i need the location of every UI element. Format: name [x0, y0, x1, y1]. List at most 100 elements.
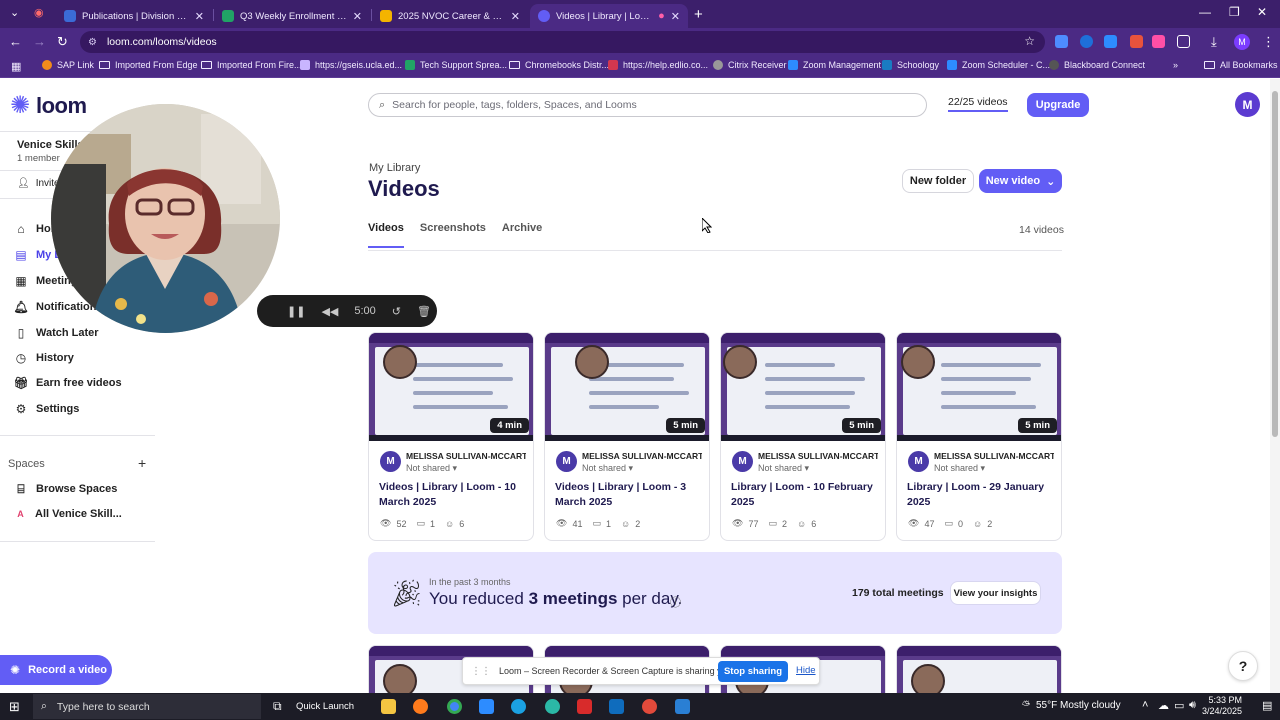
forward-button[interactable]: → — [33, 34, 46, 49]
tab-videos[interactable]: Videos — [368, 222, 404, 248]
volume-icon[interactable]: 🔊︎ — [1189, 699, 1196, 712]
tab-search-icon[interactable]: ⌄ — [10, 6, 19, 19]
breadcrumb[interactable]: My Library — [369, 162, 420, 174]
bookmarks-overflow-icon[interactable]: » — [1173, 60, 1178, 70]
search-input[interactable] — [392, 99, 893, 111]
stop-sharing-button[interactable]: Stop sharing — [718, 661, 788, 682]
tab-enrollment[interactable]: Q3 Weekly Enrollment and Per ✕ — [214, 4, 370, 28]
video-title[interactable]: Videos | Library | Loom - 10 March 2025 — [379, 480, 527, 509]
search-bar[interactable]: ⌕ — [368, 93, 927, 117]
bookmark-zoom-mgmt[interactable]: Zoom Management — [788, 60, 881, 70]
close-icon[interactable]: ✕ — [195, 10, 204, 23]
bookmark-chromebooks[interactable]: Chromebooks Distr... — [509, 60, 609, 70]
help-button[interactable]: ? — [1228, 651, 1258, 681]
tab-loom-active[interactable]: Videos | Library | Loom ● ✕ — [530, 4, 688, 28]
bookmark-firefox[interactable]: Imported From Fire... — [201, 60, 302, 70]
site-info-icon[interactable]: ⚙ — [88, 37, 97, 48]
extension-cloud-icon[interactable] — [1080, 35, 1093, 48]
acrobat-icon[interactable] — [577, 699, 592, 714]
video-thumbnail[interactable]: 5 min — [897, 333, 1061, 441]
tab-nvoc[interactable]: 2025 NVOC Career & Resource ✕ — [372, 4, 528, 28]
invite-button[interactable]: 👤︎ Invite — [17, 178, 60, 189]
sidebar-item-history[interactable]: ◷ History — [14, 351, 74, 365]
video-title[interactable]: Library | Loom - 29 January 2025 — [907, 480, 1055, 509]
extension-star-icon[interactable] — [1152, 35, 1165, 48]
extension-zoom-icon[interactable] — [1104, 35, 1117, 48]
trash-icon[interactable]: 🗑︎ — [417, 305, 431, 318]
bookmark-citrix[interactable]: Citrix Receiver — [713, 60, 787, 70]
notifications-icon[interactable]: ▤ — [1262, 699, 1272, 712]
bookmark-edge[interactable]: Imported From Edge — [99, 60, 198, 70]
extension-doc-icon[interactable] — [1055, 35, 1068, 48]
record-video-button[interactable]: ✺ Record a video — [0, 655, 112, 685]
calculator-icon[interactable] — [675, 699, 690, 714]
browser-profile-avatar[interactable]: M — [1234, 34, 1250, 50]
address-bar[interactable]: ⚙ loom.com/looms/videos ☆ — [80, 31, 1045, 53]
upgrade-button[interactable]: Upgrade — [1027, 93, 1089, 117]
tray-chevron-icon[interactable]: ˄ — [1142, 699, 1148, 711]
user-avatar[interactable]: M — [1235, 92, 1260, 117]
menu-dots-icon[interactable]: ⋮ — [1262, 34, 1275, 50]
app-x-icon[interactable] — [642, 699, 657, 714]
bookmark-zoom-scheduler[interactable]: Zoom Scheduler - C... — [947, 60, 1050, 70]
video-thumbnail[interactable]: 5 min — [721, 333, 885, 441]
reload-button[interactable]: ↻ — [57, 34, 68, 50]
app-globe-icon[interactable] — [545, 699, 560, 714]
close-icon[interactable]: ✕ — [671, 10, 680, 23]
new-tab-button[interactable]: + — [694, 6, 703, 23]
minimize-button[interactable]: — — [1199, 5, 1211, 19]
restart-icon[interactable]: ↺ — [392, 305, 401, 318]
tab-screenshots[interactable]: Screenshots — [420, 222, 486, 248]
chrome-icon[interactable] — [447, 699, 462, 714]
share-status[interactable]: Not shared ▾ — [582, 463, 633, 474]
new-folder-button[interactable]: New folder — [902, 169, 974, 193]
share-status[interactable]: Not shared ▾ — [406, 463, 457, 474]
video-card[interactable]: 5 min M MELISSA SULLIVAN-MCCART Not shar… — [896, 332, 1062, 541]
loom-logo[interactable]: ✺ loom — [10, 93, 87, 119]
tab-group-icon[interactable]: ◉ — [34, 6, 44, 19]
onedrive-icon[interactable]: ☁ — [1158, 699, 1169, 712]
rewind-icon[interactable]: ◀◀ — [321, 305, 338, 318]
sidebar-item-watch-later[interactable]: ▯ Watch Later — [14, 326, 99, 340]
taskbar-search[interactable]: ⌕ Type here to search — [33, 694, 261, 719]
page-scrollbar[interactable] — [1270, 79, 1280, 693]
all-bookmarks[interactable]: All Bookmarks — [1204, 60, 1278, 70]
video-thumbnail[interactable]: 4 min — [369, 333, 533, 441]
share-status[interactable]: Not shared ▾ — [758, 463, 809, 474]
taskbar-clock[interactable]: 5:33 PM 3/24/2025 — [1202, 695, 1242, 717]
bookmark-edlio[interactable]: https://help.edlio.co... — [608, 60, 708, 70]
maximize-button[interactable]: ❐ — [1229, 5, 1240, 19]
camera-bubble[interactable] — [51, 104, 280, 333]
quick-launch[interactable]: Quick Launch — [296, 701, 354, 712]
tab-publications[interactable]: Publications | Division of Adult ✕ — [56, 4, 212, 28]
hide-banner-link[interactable]: Hide — [796, 665, 816, 676]
video-card[interactable] — [896, 645, 1062, 693]
edge-icon[interactable] — [511, 699, 526, 714]
video-quota[interactable]: 22/25 videos — [948, 96, 1008, 112]
weather-widget[interactable]: ⛅︎ 55°F Mostly cloudy — [1022, 700, 1121, 711]
sidebar-item-earn-free-videos[interactable]: 🎁︎ Earn free videos — [13, 376, 121, 390]
share-status[interactable]: Not shared ▾ — [934, 463, 985, 474]
video-thumbnail[interactable]: 5 min — [545, 333, 709, 441]
video-card[interactable]: 5 min M MELISSA SULLIVAN-MCCART Not shar… — [720, 332, 886, 541]
task-view-icon[interactable]: ⧉ — [273, 699, 282, 714]
network-icon[interactable]: ▭ — [1174, 699, 1184, 712]
close-window-button[interactable]: ✕ — [1257, 5, 1267, 19]
video-title[interactable]: Library | Loom - 10 February 2025 — [731, 480, 879, 509]
scrollbar-thumb[interactable] — [1272, 91, 1278, 437]
bookmark-schoology[interactable]: Schoology — [882, 60, 939, 70]
download-icon[interactable]: ⤓ — [1211, 34, 1217, 50]
firefox-icon[interactable] — [413, 699, 428, 714]
sidebar-item-venice-space[interactable]: A All Venice Skill... — [14, 507, 122, 520]
view-insights-button[interactable]: View your insights — [950, 581, 1041, 605]
bookmark-star-icon[interactable]: ☆ — [1024, 34, 1035, 48]
bookmark-sap[interactable]: SAP Link — [42, 60, 94, 70]
sidebar-item-browse-spaces[interactable]: ⌸ Browse Spaces — [14, 482, 117, 496]
windows-start-icon[interactable]: ⊞ — [9, 699, 20, 715]
extensions-puzzle-icon[interactable] — [1177, 35, 1190, 48]
bookmark-blackboard[interactable]: Blackboard Connect — [1049, 60, 1145, 70]
video-title[interactable]: Videos | Library | Loom - 3 March 2025 — [555, 480, 703, 509]
close-icon[interactable]: ✕ — [511, 10, 520, 23]
back-button[interactable]: ← — [9, 34, 22, 49]
tab-archive[interactable]: Archive — [502, 222, 542, 248]
